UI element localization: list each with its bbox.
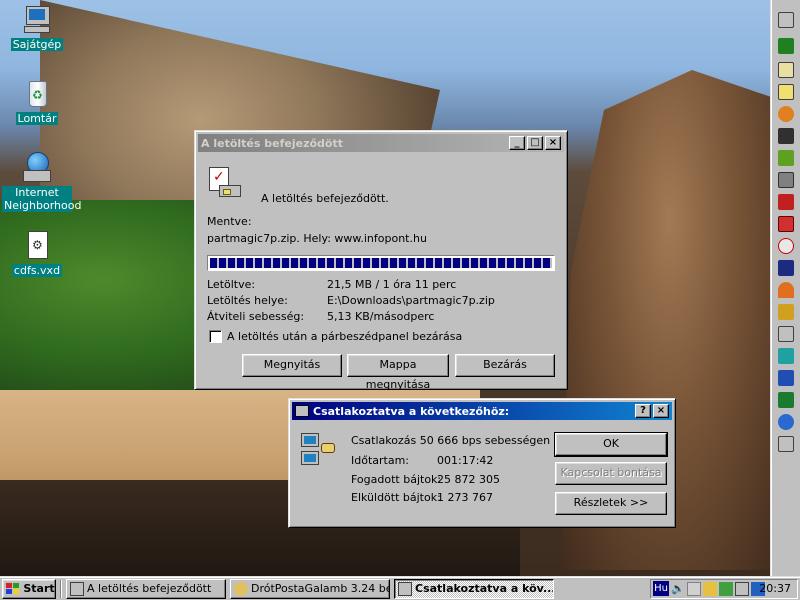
task-drotpostagalamb[interactable]: DrótPostaGalamb 3.24 beta xyxy=(230,579,390,599)
windows-flag-icon xyxy=(6,583,20,595)
app-launch-icon[interactable] xyxy=(778,194,794,210)
desktop-icon-my-computer[interactable]: Sajátgép xyxy=(2,4,72,51)
close-button[interactable]: × xyxy=(545,136,561,150)
disconnect-button[interactable]: Kapcsolat bontása xyxy=(555,462,667,485)
received-bytes-label: Fogadott bájtok: xyxy=(351,473,442,486)
progress-fill xyxy=(210,258,552,268)
app-launch-icon[interactable] xyxy=(778,282,794,298)
window-icon xyxy=(70,582,84,596)
mail-pigeon-icon xyxy=(234,582,248,596)
sent-bytes-label: Elküldött bájtok: xyxy=(351,491,441,504)
speed-label: Átviteli sebesség: xyxy=(207,310,305,323)
notepad-icon[interactable] xyxy=(778,62,794,78)
duration-label: Időtartam: xyxy=(351,454,410,467)
volume-icon[interactable]: 🔈 xyxy=(671,582,685,596)
app-launch-icon[interactable] xyxy=(778,38,794,54)
system-tray: Hu 🔈 20:37 xyxy=(650,579,798,599)
open-folder-button[interactable]: Mappa megnyitása xyxy=(347,354,449,391)
computer-icon[interactable] xyxy=(778,12,794,28)
received-bytes-value: 25 872 305 xyxy=(437,473,500,486)
desktop-icon-label: Lomtár xyxy=(15,112,59,125)
clock: 20:37 xyxy=(759,582,791,595)
quick-launch-bar xyxy=(770,0,800,576)
tray-app-icon[interactable] xyxy=(719,582,733,596)
app-launch-icon[interactable] xyxy=(778,304,794,320)
computer-icon xyxy=(21,4,53,36)
downloaded-value: 21,5 MB / 1 óra 11 perc xyxy=(327,278,457,291)
app-launch-icon[interactable] xyxy=(778,326,794,342)
system-file-icon xyxy=(21,230,53,262)
task-label: Csatlakoztatva a köv... xyxy=(415,582,554,595)
taskbar-separator xyxy=(60,580,62,598)
speed-value: 5,13 KB/másodperc xyxy=(327,310,435,323)
ok-button[interactable]: OK xyxy=(554,432,668,457)
saved-label: Mentve: xyxy=(207,215,252,228)
network-connection-icon[interactable] xyxy=(735,582,749,596)
tray-app-icon[interactable] xyxy=(703,582,717,596)
close-button[interactable]: × xyxy=(653,404,669,418)
start-label: Start xyxy=(23,582,55,595)
dial-up-icon xyxy=(295,405,309,417)
saved-value: partmagic7p.zip. Hely: www.infopont.hu xyxy=(207,232,427,245)
app-launch-icon[interactable] xyxy=(778,238,794,254)
tool-icon[interactable] xyxy=(778,128,794,144)
window-title: Csatlakoztatva a következőhöz: xyxy=(313,404,510,418)
connection-status-dialog: Csatlakoztatva a következőhöz: ? × Csatl… xyxy=(288,398,676,528)
download-dialog-titlebar[interactable]: A letöltés befejeződött _ □ × xyxy=(198,134,564,152)
connection-speed-text: Csatlakozás 50 666 bps sebességen xyxy=(351,434,551,447)
help-button[interactable]: ? xyxy=(635,404,651,418)
duration-value: 001:17:42 xyxy=(437,454,494,467)
app-launch-icon[interactable] xyxy=(778,150,794,166)
task-download-complete[interactable]: A letöltés befejeződött xyxy=(66,579,226,599)
dial-up-icon xyxy=(398,582,412,596)
location-value: E:\Downloads\partmagic7p.zip xyxy=(327,294,495,307)
taskbar: Start A letöltés befejeződött DrótPostaG… xyxy=(0,576,800,600)
close-after-download-checkbox[interactable] xyxy=(209,330,222,343)
close-after-download-label[interactable]: A letöltés után a párbeszédpanel bezárás… xyxy=(227,330,462,343)
word-icon[interactable] xyxy=(778,370,794,386)
start-button[interactable]: Start xyxy=(2,579,56,599)
desktop-icon-label: Internet Neighborhood xyxy=(2,186,82,212)
app-launch-icon[interactable] xyxy=(778,348,794,364)
recycle-bin-icon xyxy=(21,78,53,110)
window-title: A letöltés befejeződött xyxy=(201,136,343,150)
close-dialog-button[interactable]: Bezárás xyxy=(455,354,555,377)
task-label: A letöltés befejeződött xyxy=(87,582,212,595)
open-button[interactable]: Megnyitás xyxy=(242,354,342,377)
task-label: DrótPostaGalamb 3.24 beta xyxy=(251,582,390,595)
dial-up-connection-icon xyxy=(301,433,337,467)
desktop-icon-internet-neighborhood[interactable]: Internet Neighborhood xyxy=(2,152,82,212)
flag-icon[interactable] xyxy=(778,260,794,276)
internet-explorer-icon[interactable] xyxy=(778,414,794,430)
desktop-icon-recycle-bin[interactable]: Lomtár xyxy=(2,78,72,125)
download-message: A letöltés befejeződött. xyxy=(261,192,389,205)
language-indicator[interactable]: Hu xyxy=(653,581,669,596)
desktop-icon-label: Sajátgép xyxy=(10,38,64,51)
task-connection-status[interactable]: Csatlakoztatva a köv... xyxy=(394,579,554,599)
maximize-button[interactable]: □ xyxy=(527,136,543,150)
excel-icon[interactable] xyxy=(778,392,794,408)
sent-bytes-value: 1 273 767 xyxy=(437,491,493,504)
network-globe-icon xyxy=(21,152,53,184)
desktop-icon-label: cdfs.vxd xyxy=(11,264,63,277)
tool-icon[interactable] xyxy=(778,436,794,452)
minimize-button[interactable]: _ xyxy=(509,136,525,150)
tray-app-icon[interactable] xyxy=(687,582,701,596)
download-progress-bar xyxy=(207,255,555,271)
connection-dialog-titlebar[interactable]: Csatlakoztatva a következőhöz: ? × xyxy=(292,402,672,420)
notes-icon[interactable] xyxy=(778,84,794,100)
downloaded-label: Letöltve: xyxy=(207,278,256,291)
calculator-icon[interactable] xyxy=(778,172,794,188)
desktop-icon-cdfs-vxd[interactable]: cdfs.vxd xyxy=(2,230,72,277)
floppy-icon[interactable] xyxy=(778,216,794,232)
app-launch-icon[interactable] xyxy=(778,106,794,122)
details-button[interactable]: Részletek >> xyxy=(555,492,667,515)
download-complete-dialog: A letöltés befejeződött _ □ × A letöltés… xyxy=(194,130,568,391)
download-complete-icon xyxy=(207,167,241,199)
location-label: Letöltés helye: xyxy=(207,294,288,307)
